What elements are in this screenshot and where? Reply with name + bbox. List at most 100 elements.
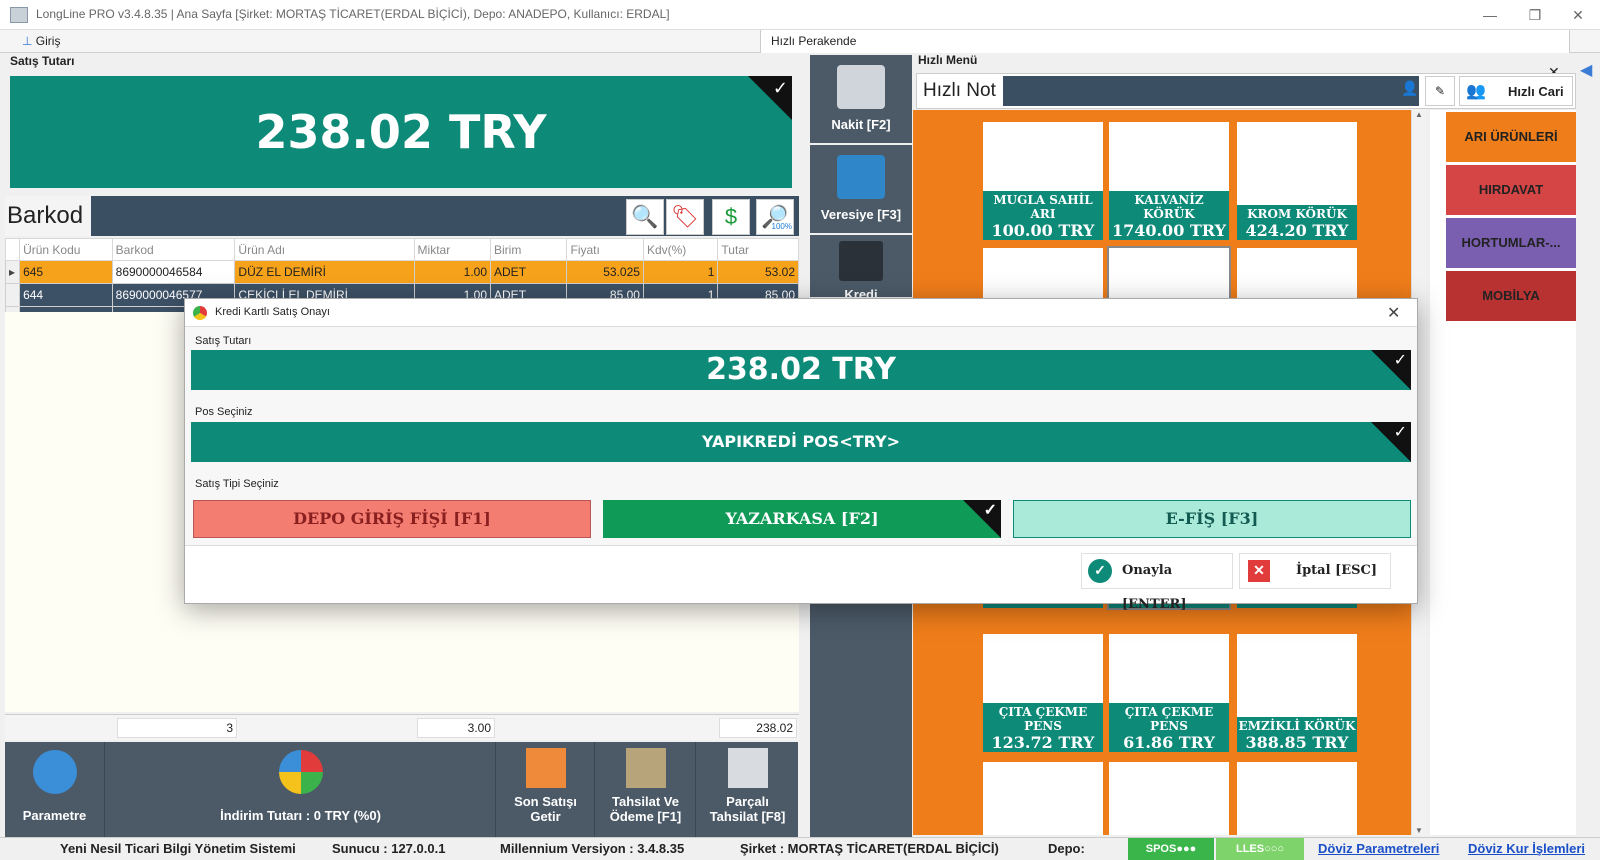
product-tile[interactable] — [983, 762, 1103, 835]
scroll-down-icon[interactable]: ▼ — [1412, 826, 1426, 835]
col-header[interactable]: Barkod — [111, 238, 236, 261]
sale-total-display: 238.02 TRY ✓ — [10, 76, 792, 188]
parameter-label: Parametre — [22, 808, 87, 823]
zoom-icon[interactable]: 🔎 100% — [756, 199, 794, 235]
cash-register-sale-button[interactable]: YAZARKASA [F2] ✓ — [603, 500, 1001, 538]
tile-name: KALVANİZ KÖRÜK — [1134, 193, 1204, 221]
partial-collection-button[interactable]: Parçalı Tahsilat [F8] — [697, 742, 798, 837]
cell-total: 53.02 — [717, 260, 799, 284]
check-mark-icon: ✓ — [1393, 422, 1407, 441]
status-app-name: Yeni Nesil Ticari Bilgi Yönetim Sistemi — [60, 841, 296, 856]
product-tile[interactable]: KROM KÖRÜK 424.20 TRY — [1237, 122, 1357, 240]
product-tile[interactable]: ÇITA ÇEKME PENS 123.72 TRY — [983, 634, 1103, 752]
tab-quick-retail[interactable]: Hızlı Perakende — [760, 30, 1570, 53]
minimize-button[interactable]: — — [1470, 4, 1510, 26]
discount-button[interactable]: İndirim Tutarı : 0 TRY (%0) — [106, 742, 496, 837]
discount-label: İndirim Tutarı : 0 TRY (%0) — [220, 808, 381, 823]
col-header[interactable]: Fiyatı — [566, 238, 644, 261]
cancel-button[interactable]: ✕ İptal [ESC] — [1239, 553, 1391, 589]
title-bar: LongLine PRO v3.4.8.35 | Ana Sayfa [Şirk… — [0, 0, 1600, 30]
collection-label: Tahsilat Ve Ödeme [F1] — [609, 794, 682, 824]
category-hardware[interactable]: HIRDAVAT — [1446, 165, 1576, 215]
product-tile[interactable] — [1237, 762, 1357, 835]
card-button[interactable]: Kredi — [810, 235, 912, 297]
scroll-up-icon[interactable]: ▲ — [1412, 110, 1426, 119]
quick-note-input[interactable] — [1003, 76, 1419, 106]
barcode-input[interactable] — [92, 198, 622, 234]
cell-qty: 1.00 — [413, 260, 492, 284]
credit-sale-button[interactable]: Veresiye [F3] — [810, 145, 912, 233]
dialog-close-button[interactable]: ✕ — [1387, 303, 1400, 323]
category-bee-products[interactable]: ARI ÜRÜNLERİ — [1446, 112, 1576, 162]
sale-total-value: 238.02 TRY — [255, 105, 547, 159]
tile-price: 100.00 TRY — [991, 221, 1095, 240]
category-hoses[interactable]: HORTUMLAR-... — [1446, 218, 1576, 268]
cell-price: 53.025 — [566, 260, 644, 284]
price-tag-icon[interactable]: 🏷 — [666, 199, 704, 235]
depot-entry-button[interactable]: DEPO GİRİŞ FİŞİ [F1] — [193, 500, 591, 538]
grid-header-row: Ürün Kodu Barkod Ürün Adı Miktar Birim F… — [4, 238, 799, 261]
check-corner-icon: ✓ — [748, 76, 792, 120]
search-icon[interactable]: 🔍 — [626, 199, 664, 235]
table-row[interactable]: ▸ 645 8690000046584 DÜZ EL DEMİRİ 1.00 A… — [4, 260, 799, 284]
e-receipt-button[interactable]: E-FİŞ [F3] — [1013, 500, 1411, 538]
col-header[interactable]: Kdv(%) — [642, 238, 719, 261]
tile-price: 388.85 TRY — [1245, 733, 1349, 752]
tile-name: KROM KÖRÜK — [1247, 207, 1347, 221]
app-logo-icon — [10, 7, 28, 23]
col-header[interactable]: Ürün Adı — [234, 238, 415, 261]
collection-payment-button[interactable]: Tahsilat Ve Ödeme [F1] — [596, 742, 696, 837]
edit-customer-icon[interactable]: ✎ — [1425, 76, 1455, 106]
currency-exchange-icon[interactable]: $ — [712, 199, 750, 235]
confirm-label: Onayla [ENTER] — [1122, 563, 1187, 612]
grid-footer: 3 3.00 238.02 — [5, 714, 799, 740]
col-header[interactable]: Miktar — [413, 238, 492, 261]
footer-total-sum: 238.02 — [719, 718, 797, 738]
cell-name: DÜZ EL DEMİRİ — [234, 260, 415, 284]
product-tile[interactable]: KALVANİZ KÖRÜK 1740.00 TRY — [1109, 122, 1229, 240]
collapse-arrow-icon[interactable]: ◀ — [1580, 60, 1592, 80]
chart-icon: ⊥ — [22, 34, 33, 48]
col-header[interactable]: Tutar — [717, 238, 799, 261]
cash-register-sale-label: YAZARKASA [F2] — [725, 509, 879, 528]
parameter-button[interactable]: Parametre — [5, 742, 105, 837]
status-server: Sunucu : 127.0.0.1 — [332, 841, 446, 856]
credit-label: Veresiye [F3] — [820, 207, 902, 222]
product-tile[interactable]: MUGLA SAHİL ARI 100.00 TRY — [983, 122, 1103, 240]
sale-total-label: Satış Tutarı — [10, 54, 75, 68]
tile-price: 123.72 TRY — [991, 733, 1095, 752]
customer-ledger-icon — [837, 155, 885, 199]
currency-rates-link[interactable]: Döviz Kur İşlemleri — [1468, 838, 1585, 860]
confirm-button[interactable]: ✓ Onayla [ENTER] — [1081, 553, 1233, 612]
lles-indicator: LLES○○○ — [1216, 838, 1304, 860]
restore-button[interactable]: ❐ — [1515, 4, 1555, 26]
tab-home[interactable]: ⊥ Giriş — [12, 30, 70, 53]
quick-customer-button[interactable]: 👥 Hızlı Cari — [1459, 76, 1573, 106]
pos-selector[interactable]: YAPIKREDİ POS<TRY> ✓ — [191, 422, 1411, 462]
dialog-title: Kredi Kartlı Satış Onayı — [215, 306, 330, 318]
col-header[interactable]: Birim — [490, 238, 568, 261]
close-window-button[interactable]: ✕ — [1558, 4, 1598, 26]
dialog-logo-icon — [193, 306, 207, 320]
barcode-label: Barkod — [5, 196, 91, 236]
quick-note-bar: Hızlı Not 👤 ✎ 👥 Hızlı Cari — [916, 73, 1576, 109]
footer-qty-sum: 3.00 — [417, 718, 495, 738]
side-panel-bg — [810, 604, 912, 837]
cell-kdv: 1 — [642, 260, 719, 284]
status-bar: Yeni Nesil Ticari Bilgi Yönetim Sistemi … — [0, 837, 1600, 860]
person-icon: 👤 — [1401, 80, 1419, 96]
last-sale-button[interactable]: Son Satışı Getir — [497, 742, 595, 837]
category-furniture[interactable]: MOBİLYA — [1446, 271, 1576, 321]
product-tile[interactable] — [1109, 762, 1229, 835]
row-indicator: ▸ — [4, 260, 21, 284]
cash-label: Nakit [F2] — [831, 117, 891, 132]
quick-note-label: Hızlı Not — [923, 80, 996, 101]
product-tile[interactable]: ÇITA ÇEKME PENS 61.86 TRY — [1109, 634, 1229, 752]
cell-code: 645 — [19, 260, 113, 284]
col-header[interactable]: Ürün Kodu — [19, 238, 113, 261]
currency-params-link[interactable]: Döviz Parametreleri — [1318, 838, 1439, 860]
product-tile[interactable]: EMZİKLİ KÖRÜK 388.85 TRY — [1237, 634, 1357, 752]
cash-button[interactable]: Nakit [F2] — [810, 55, 912, 143]
cash-register-icon — [625, 748, 666, 788]
tile-name: ÇITA ÇEKME PENS — [998, 705, 1088, 733]
